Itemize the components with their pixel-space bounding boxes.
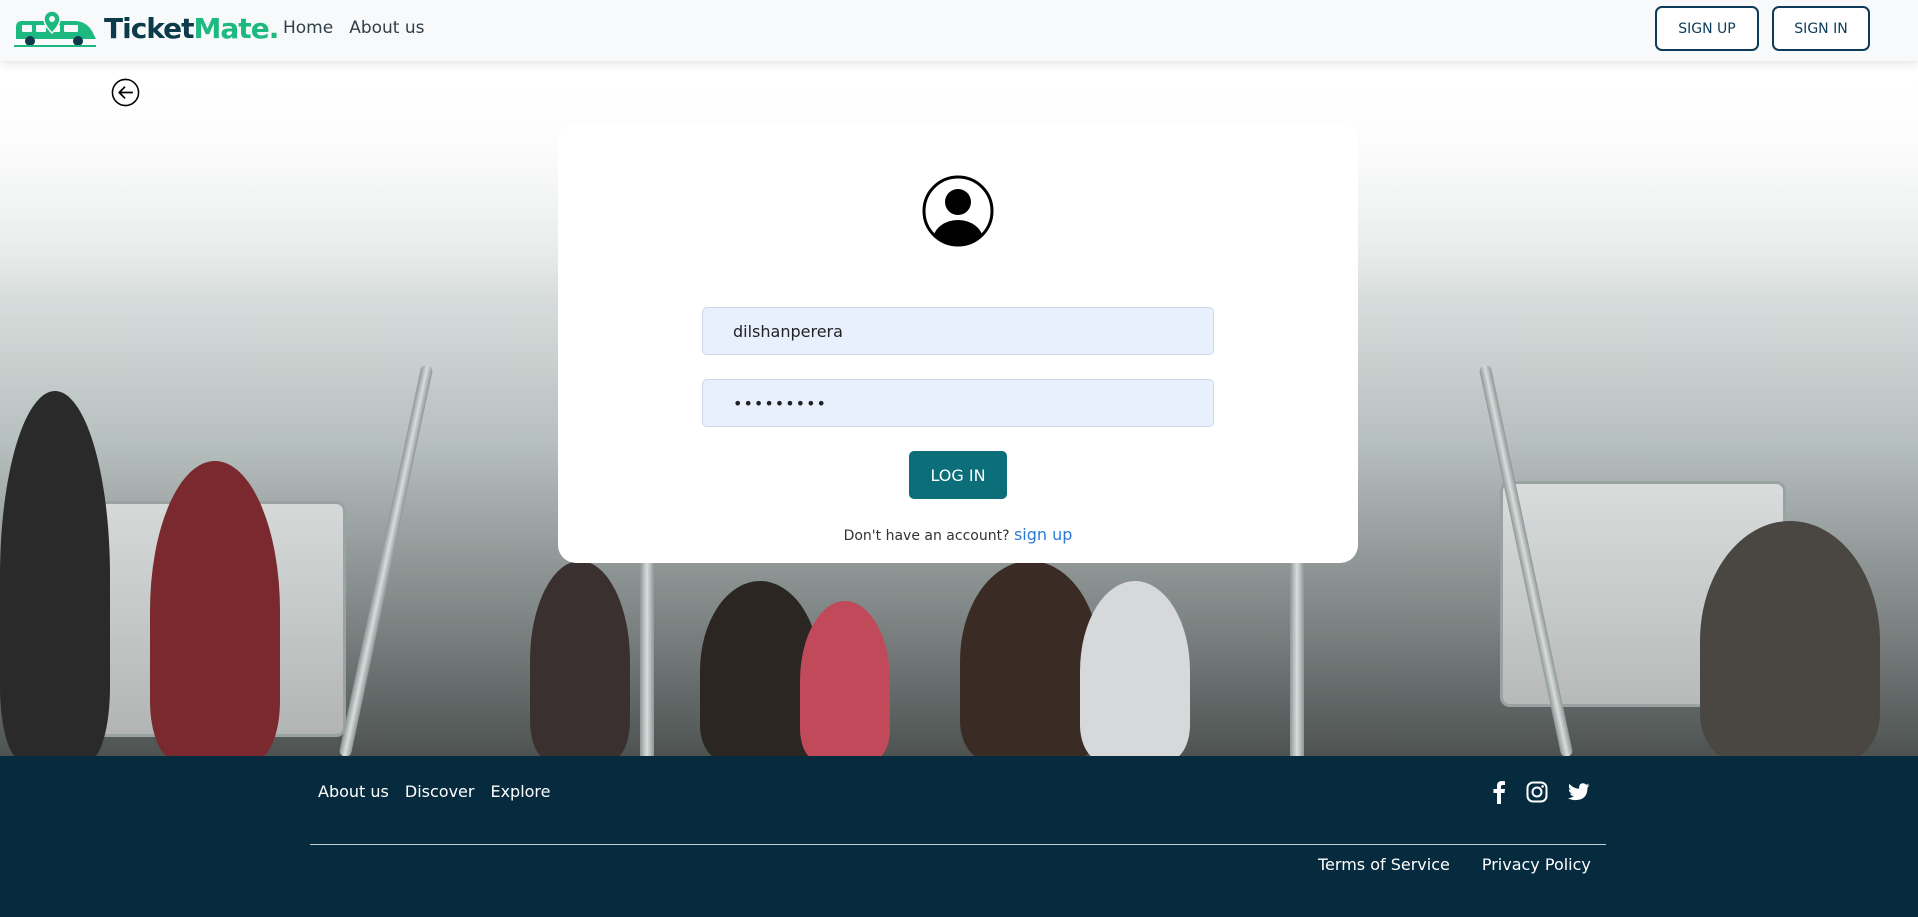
terms-link[interactable]: Terms of Service [1318, 855, 1450, 874]
footer-link-discover[interactable]: Discover [405, 782, 475, 801]
grab-pole [1290, 531, 1304, 756]
grab-pole [338, 364, 434, 756]
grab-pole [640, 531, 654, 756]
legal-links: Terms of Service Privacy Policy [1318, 855, 1591, 874]
nav-link-about[interactable]: About us [349, 18, 424, 38]
user-avatar-icon [922, 175, 994, 247]
navbar: TicketMate. Home About us SIGN UP SIGN I… [0, 0, 1918, 61]
passenger [960, 561, 1100, 756]
footer-divider [310, 844, 1606, 845]
passenger [530, 561, 630, 756]
back-arrow-icon[interactable] [111, 78, 140, 107]
passenger [150, 461, 280, 756]
password-input[interactable] [702, 379, 1214, 427]
footer-link-explore[interactable]: Explore [490, 782, 550, 801]
log-in-button[interactable]: LOG IN [909, 451, 1007, 499]
passenger [1080, 581, 1190, 756]
passenger [800, 601, 890, 756]
facenotebook-icon[interactable] [1492, 780, 1506, 804]
footer-links: About us Discover Explore [318, 782, 551, 801]
sign-up-button[interactable]: SIGN UP [1655, 6, 1759, 51]
instagram-icon[interactable] [1526, 781, 1548, 803]
footer: About us Discover Explore Terms of Servi… [0, 756, 1918, 917]
username-input[interactable] [702, 307, 1214, 355]
nav-link-home[interactable]: Home [283, 18, 333, 38]
brand-logo[interactable]: TicketMate. [12, 9, 279, 49]
nav-links: Home About us [283, 18, 425, 38]
passenger [1700, 521, 1880, 756]
footer-link-about[interactable]: About us [318, 782, 389, 801]
login-card: LOG IN Don't have an account? sign up [558, 123, 1358, 563]
no-account-text: Don't have an account? [843, 528, 1010, 544]
passenger [0, 391, 110, 756]
privacy-link[interactable]: Privacy Policy [1482, 855, 1591, 874]
twitter-icon[interactable] [1568, 783, 1590, 801]
signup-prompt: Don't have an account? sign up [558, 525, 1358, 544]
brand-name: TicketMate. [104, 12, 279, 45]
signup-link[interactable]: sign up [1014, 525, 1072, 544]
bus-location-icon [14, 10, 96, 47]
sign-in-button[interactable]: SIGN IN [1772, 6, 1870, 51]
social-links [1492, 780, 1590, 804]
